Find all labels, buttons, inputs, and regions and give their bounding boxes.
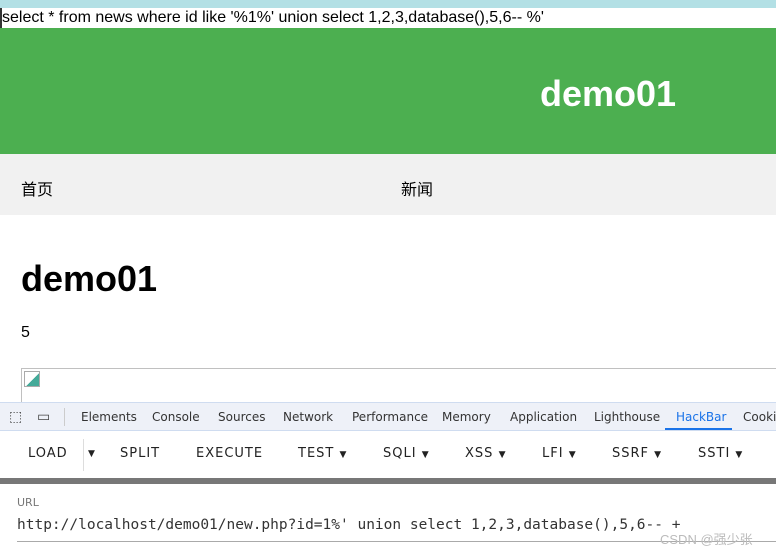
inspect-element-icon[interactable]: ⬚ [9, 409, 22, 425]
chevron-down-icon: ▼ [339, 450, 348, 460]
url-label: URL [17, 496, 39, 509]
sql-output: select * from news where id like '%1%' u… [0, 8, 776, 28]
tab-network[interactable]: Network [283, 410, 333, 424]
watermark: CSDN @强少张 [660, 532, 753, 547]
tab-sources[interactable]: Sources [218, 410, 265, 424]
execute-button[interactable]: EXECUTE [196, 446, 263, 461]
tab-hackbar[interactable]: HackBar [676, 410, 726, 424]
site-header: demo01 [0, 28, 776, 154]
active-tab-indicator [665, 428, 732, 430]
article-title: demo01 [21, 258, 158, 299]
site-title: demo01 [540, 73, 677, 114]
tab-performance[interactable]: Performance [352, 410, 428, 424]
chevron-down-icon: ▼ [568, 450, 577, 460]
sqli-menu[interactable]: SQLI ▼ [383, 446, 430, 461]
chevron-down-icon: ▼ [498, 450, 507, 460]
load-dropdown-icon[interactable]: ▼ [88, 449, 96, 459]
resize-bar[interactable] [0, 478, 776, 484]
site-nav: 首页 新闻 [0, 154, 776, 215]
xss-menu[interactable]: XSS ▼ [465, 446, 506, 461]
sqli-label: SQLI [383, 446, 417, 461]
tab-elements[interactable]: Elements [81, 410, 137, 424]
chevron-down-icon: ▼ [421, 450, 430, 460]
url-input[interactable]: http://localhost/demo01/new.php?id=1%' u… [17, 517, 680, 533]
load-button[interactable]: LOAD [28, 446, 68, 461]
ssrf-menu[interactable]: SSRF ▼ [612, 446, 662, 461]
nav-home[interactable]: 首页 [21, 176, 53, 200]
tab-lighthouse[interactable]: Lighthouse [594, 410, 660, 424]
nav-news[interactable]: 新闻 [401, 176, 433, 200]
xss-label: XSS [465, 446, 494, 461]
chevron-down-icon: ▼ [654, 450, 663, 460]
lfi-menu[interactable]: LFI ▼ [542, 446, 577, 461]
ssti-label: SSTI [698, 446, 731, 461]
tab-cookie[interactable]: Cookie [743, 410, 776, 424]
lfi-label: LFI [542, 446, 564, 461]
divider [64, 408, 65, 426]
ssrf-label: SSRF [612, 446, 650, 461]
browser-top-strip [0, 0, 776, 8]
broken-image-icon [24, 371, 40, 387]
hackbar-toolbar: LOAD ▼ SPLIT EXECUTE TEST ▼ SQLI ▼ XSS ▼… [0, 431, 776, 478]
tab-application[interactable]: Application [510, 410, 577, 424]
article-body: 5 [21, 324, 30, 341]
device-toolbar-icon[interactable]: ▭ [37, 409, 50, 425]
tab-memory[interactable]: Memory [442, 410, 491, 424]
divider [83, 439, 84, 471]
ssti-menu[interactable]: SSTI ▼ [698, 446, 743, 461]
split-button[interactable]: SPLIT [120, 446, 160, 461]
test-menu[interactable]: TEST ▼ [298, 446, 347, 461]
chevron-down-icon: ▼ [735, 450, 744, 460]
devtools-tabbar: ⬚ ▭ Elements Console Sources Network Per… [0, 402, 776, 431]
tab-console[interactable]: Console [152, 410, 200, 424]
test-label: TEST [298, 446, 335, 461]
